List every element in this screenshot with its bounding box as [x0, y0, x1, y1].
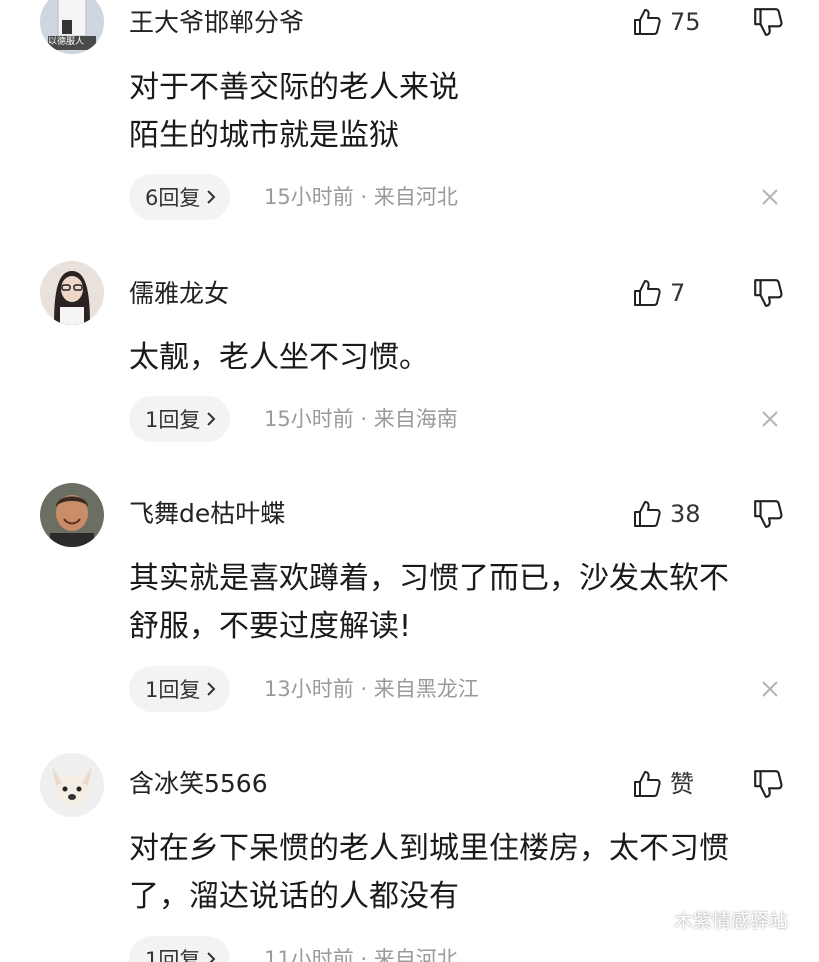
chevron-right-icon — [207, 412, 216, 426]
watermark-text: 木紫情感驿站 — [674, 910, 789, 932]
thumbs-down-icon[interactable] — [752, 6, 784, 38]
like-button[interactable]: 赞 — [632, 768, 694, 800]
thumbs-up-icon — [634, 9, 661, 35]
comment-meta: 15小时前 · 来自河北 — [264, 185, 458, 209]
close-icon[interactable] — [760, 187, 780, 207]
reply-button[interactable]: 1回复 — [129, 396, 231, 442]
username[interactable]: 儒雅龙女 — [129, 279, 229, 309]
thumbs-up-icon — [634, 280, 661, 306]
thumbs-up-icon — [634, 771, 661, 797]
avatar-caption: 以德服人 — [48, 37, 85, 47]
thumbs-down-icon[interactable] — [752, 277, 784, 309]
thumbs-up-icon — [634, 501, 661, 527]
avatar[interactable] — [40, 261, 104, 325]
comment-meta: 11小时前 · 来自河北 — [264, 947, 458, 962]
reply-count: 1回复 — [145, 678, 201, 702]
avatar-image — [40, 753, 104, 817]
reply-button[interactable]: 6回复 — [129, 174, 231, 220]
comment-text: 对于不善交际的老人来说 陌生的城市就是监狱 — [129, 70, 459, 153]
chevron-right-icon — [207, 952, 216, 962]
comment-meta: 13小时前 · 来自黑龙江 — [264, 677, 479, 701]
like-count: 赞 — [670, 770, 694, 798]
reply-count: 1回复 — [145, 408, 201, 432]
like-button[interactable]: 38 — [632, 498, 701, 530]
avatar-image — [40, 483, 104, 547]
reply-button[interactable]: 1回复 — [129, 666, 231, 712]
username[interactable]: 王大爷邯郸分爷 — [129, 8, 304, 38]
like-count: 75 — [670, 8, 701, 36]
reply-count: 1回复 — [145, 948, 201, 962]
reply-count: 6回复 — [145, 186, 201, 210]
close-icon[interactable] — [760, 679, 780, 699]
username[interactable]: 飞舞de枯叶蝶 — [129, 499, 285, 529]
comment-meta: 15小时前 · 来自海南 — [264, 407, 458, 431]
like-count: 38 — [670, 500, 701, 528]
reply-button[interactable]: 1回复 — [129, 936, 231, 962]
avatar[interactable]: 以德服人 — [40, 0, 104, 54]
thumbs-down-icon[interactable] — [752, 498, 784, 530]
like-button[interactable]: 75 — [632, 6, 701, 38]
thumbs-down-icon[interactable] — [752, 768, 784, 800]
wechat-icon — [640, 909, 666, 930]
comment-list: 以德服人 王大爷邯郸分爷 75 对于不善交际的老人来说 陌生的城市就是监狱 6回… — [0, 0, 819, 962]
chevron-right-icon — [207, 190, 216, 204]
avatar[interactable] — [40, 753, 104, 817]
like-count: 7 — [670, 279, 686, 307]
like-button[interactable]: 7 — [632, 277, 685, 309]
username[interactable]: 含冰笑5566 — [129, 769, 268, 799]
avatar-image — [40, 261, 104, 325]
comment-text: 其实就是喜欢蹲着，习惯了而已，沙发太软不 舒服，不要过度解读! — [129, 561, 729, 644]
avatar[interactable] — [40, 483, 104, 547]
chevron-right-icon — [207, 682, 216, 696]
close-icon[interactable] — [760, 409, 780, 429]
comment-text: 太靓，老人坐不习惯。 — [129, 340, 429, 375]
watermark: 木紫情感驿站 — [640, 906, 788, 933]
